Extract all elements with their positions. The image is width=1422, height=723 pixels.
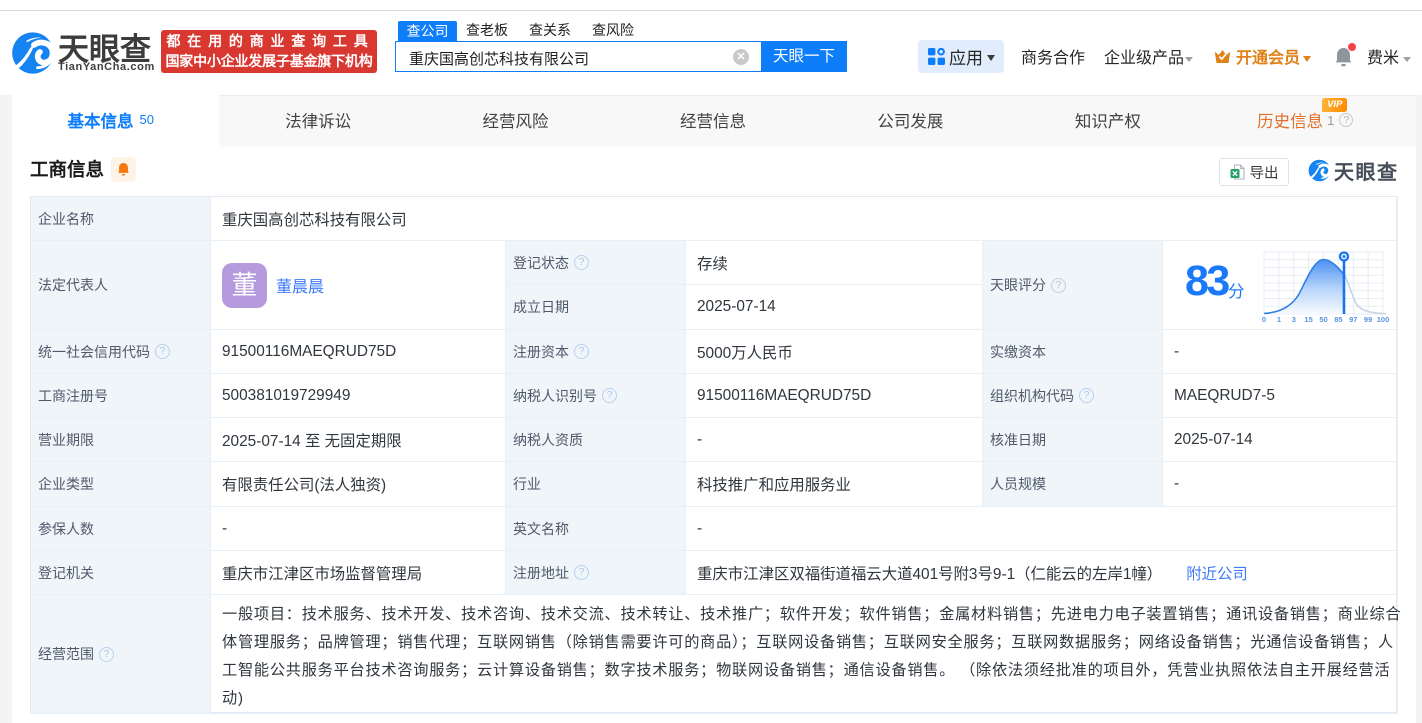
svg-text:0: 0 xyxy=(1262,315,1266,323)
svg-text:100: 100 xyxy=(1377,315,1390,323)
svg-text:85: 85 xyxy=(1334,315,1342,323)
svg-text:15: 15 xyxy=(1304,315,1312,323)
svg-text:3: 3 xyxy=(1292,315,1296,323)
svg-text:50: 50 xyxy=(1319,315,1327,323)
svg-text:97: 97 xyxy=(1349,315,1357,323)
svg-text:1: 1 xyxy=(1277,315,1281,323)
svg-text:99: 99 xyxy=(1364,315,1372,323)
